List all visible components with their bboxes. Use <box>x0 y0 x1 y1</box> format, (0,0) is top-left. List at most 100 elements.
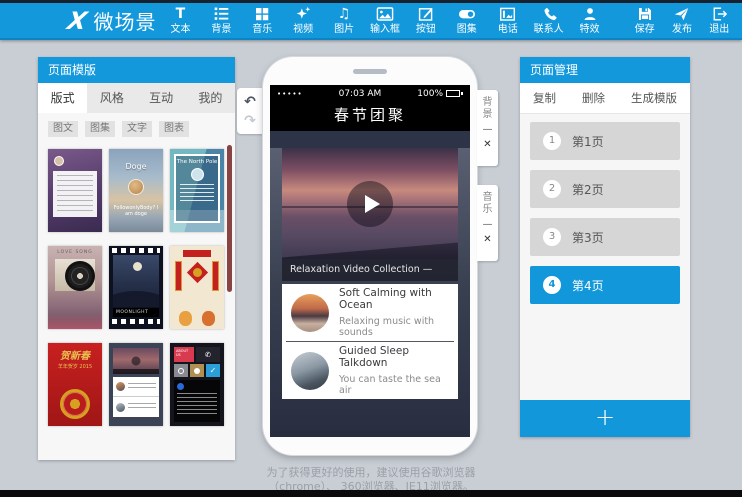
element-tab-background: 背景 — ✕ <box>477 90 498 166</box>
app-title: 微场景 <box>94 6 157 35</box>
close-icon[interactable]: ✕ <box>483 234 491 245</box>
canvas-body: Relaxation Video Collection — Soft Calmi… <box>270 148 470 437</box>
bottom-strip <box>0 490 742 497</box>
tool-video[interactable]: 视频 <box>283 3 324 38</box>
list-icon <box>213 6 230 22</box>
tool-button[interactable]: 按钮 <box>405 3 446 38</box>
redo-icon[interactable]: ↷ <box>244 113 256 129</box>
save-button[interactable]: 保存 <box>626 3 663 38</box>
tool-gallery[interactable]: 图集 <box>446 3 487 38</box>
filter-gallery[interactable]: 图集 <box>85 121 115 137</box>
page-item-1[interactable]: 1 第1页 <box>530 122 680 160</box>
minimize-icon[interactable]: — <box>483 220 493 230</box>
delete-page-button[interactable]: 删除 <box>582 90 605 106</box>
canvas-playlist-card: Soft Calming with Ocean Relaxing music w… <box>282 284 458 399</box>
publish-button[interactable]: 发布 <box>663 3 700 38</box>
tool-effects[interactable]: 特效 <box>569 3 610 38</box>
template-grid: Doge FollowonlyBody? I am doge The North… <box>38 139 235 426</box>
grid-icon <box>254 6 270 22</box>
tool-input-box[interactable]: 输入框 <box>365 3 406 38</box>
filter-text[interactable]: 文字 <box>122 121 152 137</box>
tool-background[interactable]: 背景 <box>201 3 242 38</box>
phone-screen: ••••• 07:03 AM 100% 春节团聚 <box>270 85 470 437</box>
battery-icon <box>446 90 463 97</box>
page-item-3[interactable]: 3 第3页 <box>530 218 680 256</box>
playlist-item-image <box>291 294 329 332</box>
page-number-badge: 2 <box>543 180 561 198</box>
page-number-badge: 1 <box>543 132 561 150</box>
undo-icon[interactable]: ↶ <box>244 94 256 110</box>
page-manager-title: 页面管理 <box>520 57 690 83</box>
phone-mini-icon: ✆ <box>196 347 220 362</box>
music-note-icon: ♫ <box>338 6 351 22</box>
template-thumb-moonlight[interactable]: MOONLIGHT <box>109 246 163 329</box>
check-icon: ✓ <box>206 364 220 377</box>
vinyl-record <box>65 261 95 291</box>
toolbar-tools: T 文本 背景 音乐 视频 ♫ <box>160 3 610 38</box>
phone-speaker <box>353 69 387 74</box>
playlist-item[interactable]: Guided Sleep Talkdown You can taste the … <box>282 342 458 399</box>
template-thumb-profile-card[interactable] <box>48 149 102 232</box>
video-caption: Relaxation Video Collection — <box>282 259 458 281</box>
tab-style[interactable]: 风格 <box>87 83 136 113</box>
tool-text[interactable]: T 文本 <box>160 3 201 38</box>
tool-contacts[interactable]: 联系人 <box>528 3 569 38</box>
app-logo: X 微场景 <box>68 3 157 38</box>
template-thumb-metro-tiles[interactable]: ABOUT US ✆ ✓ <box>170 343 224 426</box>
template-thumb-video-collection[interactable] <box>109 343 163 426</box>
page-number-badge: 4 <box>543 276 561 294</box>
canvas-page-title[interactable]: 春节团聚 <box>270 102 470 131</box>
template-thumb-north-pole[interactable]: The North Pole <box>170 149 224 232</box>
template-thumb-love-song[interactable]: LOVE SONG <box>48 246 102 329</box>
template-filters: 图文 图集 文字 图表 <box>38 113 235 139</box>
element-tab-music: 音乐 — ✕ <box>477 185 498 261</box>
playlist-item-image <box>291 352 329 390</box>
picture-icon <box>376 6 394 22</box>
paper-plane-icon <box>673 6 690 22</box>
page-item-4[interactable]: 4 第4页 <box>530 266 680 304</box>
exit-icon <box>711 6 728 22</box>
save-icon <box>637 6 653 22</box>
main-toolbar: X 微场景 T 文本 背景 音乐 <box>0 3 742 40</box>
logo-x-icon: X <box>65 9 89 33</box>
toggle-icon <box>458 6 476 22</box>
tab-interactive[interactable]: 互动 <box>137 83 186 113</box>
image-frame-icon <box>499 6 516 22</box>
battery-percent: 100% <box>417 89 443 99</box>
minimize-icon[interactable]: — <box>483 125 493 135</box>
template-thumb-new-year-couplets[interactable] <box>170 246 224 329</box>
canvas-video-element[interactable]: Relaxation Video Collection — <box>282 148 458 281</box>
tool-music[interactable]: 音乐 <box>242 3 283 38</box>
person-icon <box>582 6 598 22</box>
template-thumb-doge[interactable]: Doge FollowonlyBody? I am doge <box>109 149 163 232</box>
undo-redo-tab: ↶ ↷ <box>237 88 263 134</box>
template-thumb-hexinchun[interactable]: 贺新春 羊年贺岁 2015 <box>48 343 102 426</box>
thumb-avatar <box>54 156 64 166</box>
filter-chart[interactable]: 图表 <box>159 121 189 137</box>
page-manager-panel: 页面管理 复制 删除 生成模版 1 第1页 2 第2页 3 第3页 4 第4页 <box>520 57 690 437</box>
toolbar-actions: 保存 发布 退出 <box>626 3 738 38</box>
make-template-button[interactable]: 生成模版 <box>631 90 677 106</box>
element-tab-label: 音乐 <box>481 192 494 216</box>
playlist-item[interactable]: Soft Calming with Ocean Relaxing music w… <box>282 284 458 341</box>
element-tab-label: 背景 <box>481 97 494 121</box>
text-icon: T <box>176 6 186 22</box>
template-tabs: 版式 风格 互动 我的 <box>38 83 235 113</box>
tab-mine[interactable]: 我的 <box>186 83 235 113</box>
tab-layout[interactable]: 版式 <box>38 83 87 113</box>
exit-button[interactable]: 退出 <box>701 3 738 38</box>
tool-image[interactable]: ♫ 图片 <box>324 3 365 38</box>
template-panel: 页面模版 版式 风格 互动 我的 图文 图集 文字 图表 Doge Follow… <box>38 57 235 460</box>
close-icon[interactable]: ✕ <box>483 139 491 150</box>
tool-phone[interactable]: 电话 <box>487 3 528 38</box>
page-item-2[interactable]: 2 第2页 <box>530 170 680 208</box>
signal-dots-icon: ••••• <box>277 90 303 98</box>
stars-icon <box>295 6 312 22</box>
add-page-button[interactable]: + <box>520 400 690 437</box>
page-manager-actions: 复制 删除 生成模版 <box>520 83 690 114</box>
app-window: X 微场景 T 文本 背景 音乐 <box>0 0 742 497</box>
template-scrollbar[interactable] <box>227 145 232 292</box>
filter-imagetext[interactable]: 图文 <box>48 121 78 137</box>
copy-page-button[interactable]: 复制 <box>533 90 556 106</box>
play-button[interactable] <box>347 181 393 227</box>
